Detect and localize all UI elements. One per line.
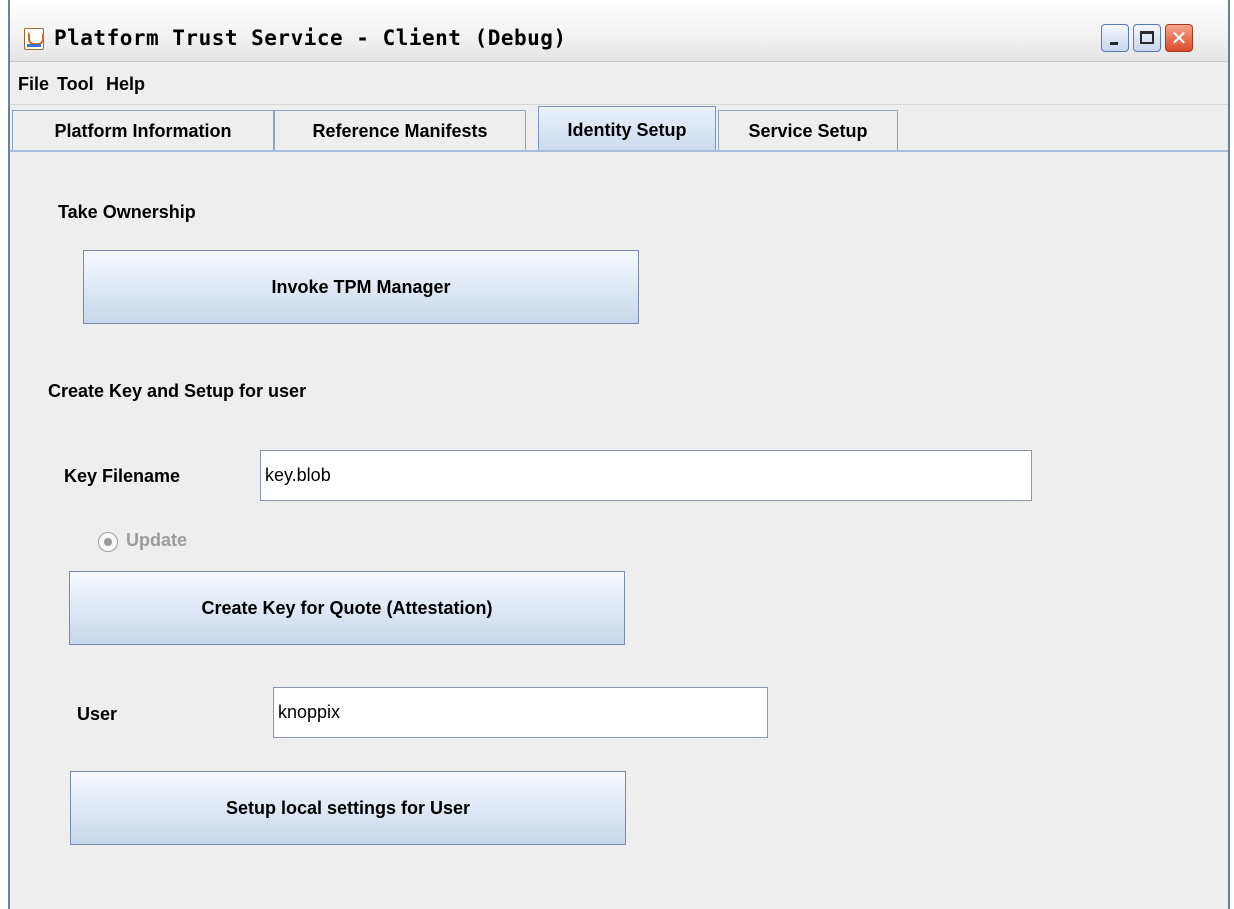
update-radio-label: Update bbox=[126, 530, 188, 550]
java-coffee-cup-icon[interactable] bbox=[24, 28, 44, 50]
user-label: User bbox=[77, 704, 118, 724]
maximize-button[interactable] bbox=[1133, 24, 1161, 52]
menu-bar: File Tool Help bbox=[10, 63, 1228, 105]
key-filename-label: Key Filename bbox=[64, 466, 181, 486]
invoke-tpm-manager-button[interactable]: Invoke TPM Manager bbox=[83, 250, 639, 324]
window-title: Platform Trust Service - Client (Debug) bbox=[54, 26, 567, 50]
close-icon: ✕ bbox=[1170, 26, 1188, 50]
tab-identity-setup[interactable]: Identity Setup bbox=[538, 106, 716, 152]
menu-help[interactable]: Help bbox=[106, 74, 145, 95]
close-button[interactable]: ✕ bbox=[1165, 24, 1193, 52]
title-bar[interactable]: Platform Trust Service - Client (Debug) … bbox=[10, 0, 1228, 62]
update-radio-button[interactable] bbox=[98, 532, 118, 552]
tab-bar: Platform Information Reference Manifests… bbox=[10, 106, 1228, 152]
minimize-button[interactable] bbox=[1101, 24, 1129, 52]
create-key-button[interactable]: Create Key for Quote (Attestation) bbox=[69, 571, 625, 645]
tab-platform-information[interactable]: Platform Information bbox=[12, 110, 274, 150]
create-key-heading: Create Key and Setup for user bbox=[48, 381, 307, 401]
tab-service-setup[interactable]: Service Setup bbox=[718, 110, 898, 150]
app-window: Platform Trust Service - Client (Debug) … bbox=[8, 0, 1230, 909]
user-field[interactable] bbox=[273, 687, 768, 738]
maximize-icon bbox=[1140, 31, 1154, 44]
identity-setup-panel: Take Ownership Invoke TPM Manager Create… bbox=[10, 150, 1228, 909]
key-filename-field[interactable] bbox=[260, 450, 1032, 501]
minimize-icon bbox=[1110, 42, 1118, 45]
menu-file[interactable]: File bbox=[18, 74, 49, 95]
menu-tool[interactable]: Tool bbox=[57, 74, 94, 95]
take-ownership-heading: Take Ownership bbox=[58, 202, 196, 222]
setup-local-settings-button[interactable]: Setup local settings for User bbox=[70, 771, 626, 845]
tab-reference-manifests[interactable]: Reference Manifests bbox=[274, 110, 526, 150]
